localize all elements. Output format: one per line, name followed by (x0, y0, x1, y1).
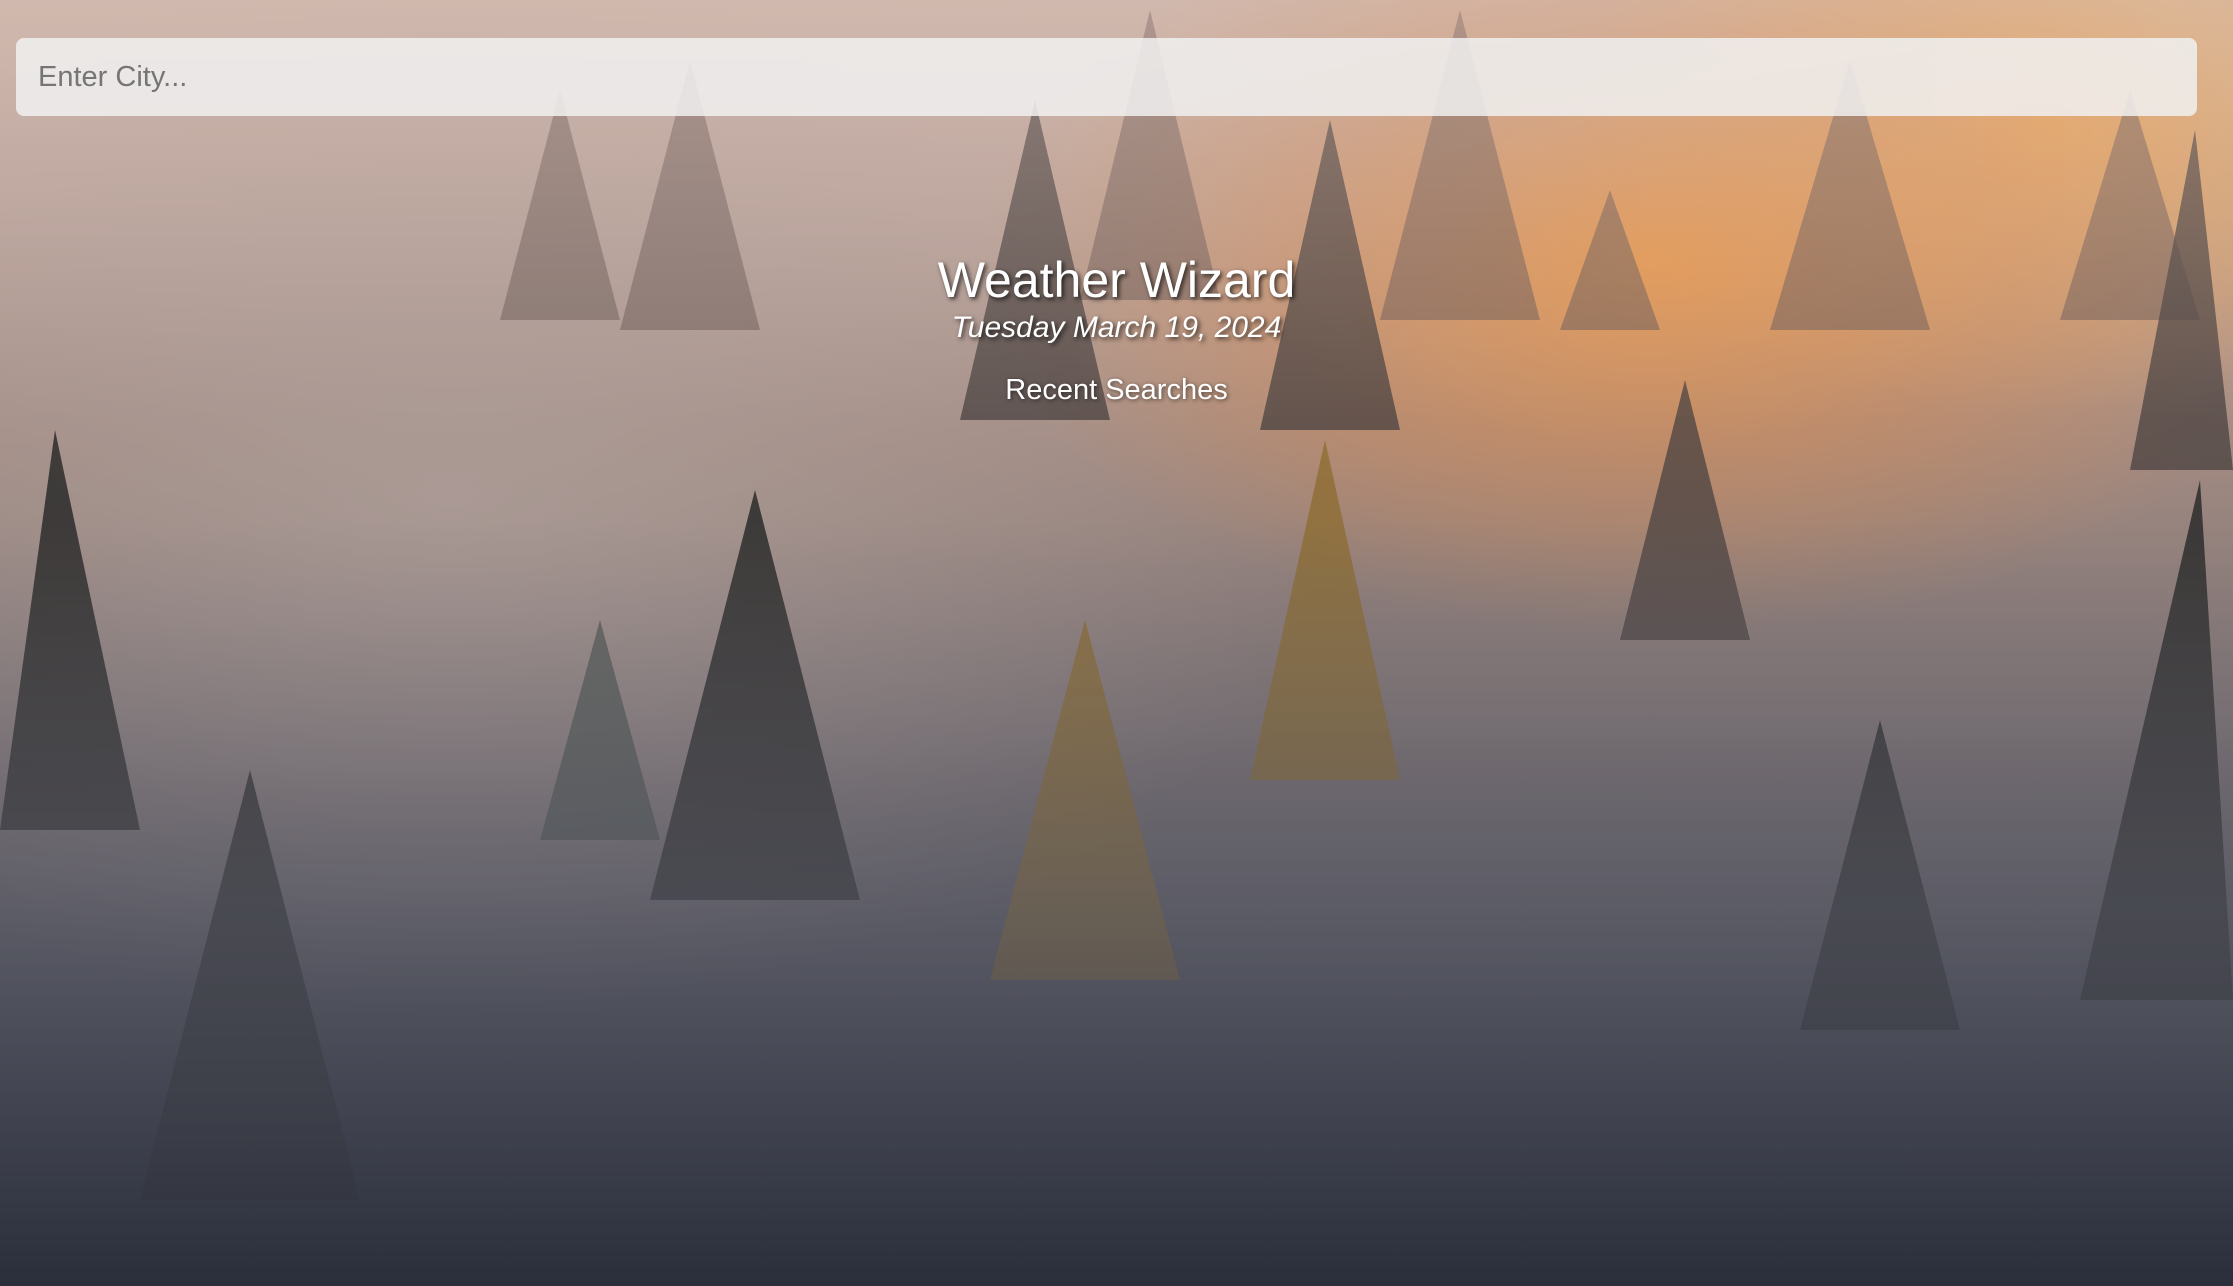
forest-illustration (0, 0, 2233, 1286)
current-date: Tuesday March 19, 2024 (951, 311, 1282, 344)
recent-searches-heading: Recent Searches (1005, 374, 1228, 406)
header: Weather Wizard Tuesday March 19, 2024 Re… (0, 250, 2233, 408)
app-title: Weather Wizard (937, 252, 1296, 308)
city-search-input[interactable] (16, 38, 2197, 116)
app-page: Weather Wizard Tuesday March 19, 2024 Re… (0, 0, 2233, 1286)
